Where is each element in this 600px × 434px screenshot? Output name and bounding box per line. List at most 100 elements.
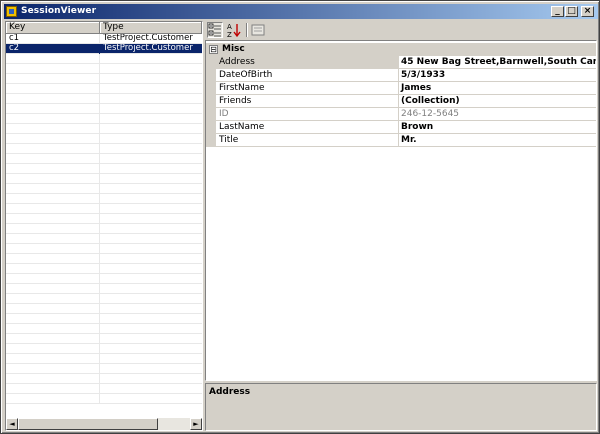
property-value[interactable]: 246-12-5645 [399,108,596,121]
property-row[interactable]: FirstName James [206,82,596,95]
svg-text:A: A [227,23,232,31]
property-row[interactable]: LastName Brown [206,121,596,134]
property-name: Friends [216,95,399,108]
empty-row [6,224,202,234]
list-item-key: c1 [6,34,100,44]
empty-row [6,374,202,384]
empty-row [6,64,202,74]
empty-row [6,364,202,374]
empty-row [6,134,202,144]
property-value[interactable]: Mr. [399,134,596,147]
session-list[interactable]: Key Type c1 TestProject.Customer c2 TestPro… [5,21,203,431]
property-pages-icon [251,24,265,36]
property-name: Address [216,56,399,69]
property-name: Title [216,134,399,147]
empty-row [6,354,202,364]
empty-row [6,164,202,174]
property-gutter [206,56,216,69]
categorized-button[interactable] [207,22,223,38]
category-misc[interactable]: ⊟ Misc [206,43,596,56]
svg-text:Z: Z [227,31,232,38]
property-gutter [206,82,216,95]
property-name: LastName [216,121,399,134]
empty-row [6,104,202,114]
maximize-button[interactable]: □ [565,6,578,17]
empty-row [6,294,202,304]
empty-row [6,194,202,204]
property-value[interactable]: 5/3/1933 [399,69,596,82]
property-gutter [206,108,216,121]
property-name: DateOfBirth [216,69,399,82]
property-value[interactable]: 45 New Bag Street,Barnwell,South Carolin… [399,56,596,69]
property-gutter [206,121,216,134]
property-pages-button[interactable] [250,22,266,38]
property-gutter [206,69,216,82]
empty-row [6,394,202,404]
empty-row [6,144,202,154]
empty-row [6,324,202,334]
minimize-button[interactable]: _ [551,6,564,17]
toolbar-separator [246,23,248,37]
list-item[interactable]: c1 TestProject.Customer [6,34,202,44]
property-gutter [206,134,216,147]
empty-row [6,94,202,104]
property-value[interactable]: James [399,82,596,95]
property-grid[interactable]: ⊟ Misc Address 45 New Bag Street,Barnwell… [205,40,597,381]
close-button[interactable]: × [581,6,594,17]
empty-row [6,74,202,84]
property-row[interactable]: ID 246-12-5645 [206,108,596,121]
property-row[interactable]: Title Mr. [206,134,596,147]
empty-row [6,54,202,64]
list-item[interactable]: c2 TestProject.Customer [6,44,202,54]
horizontal-scrollbar[interactable]: ◄ ► [6,418,202,430]
list-header: Key Type [6,22,202,34]
scroll-left-button[interactable]: ◄ [6,418,18,430]
list-item-type: TestProject.Customer [103,34,193,43]
alphabetical-button[interactable]: A Z [226,22,242,39]
collapse-icon[interactable]: ⊟ [209,45,218,54]
property-row[interactable]: Address 45 New Bag Street,Barnwell,South … [206,56,596,69]
session-viewer-window: SessionViewer _ □ × Key Type c1 TestProje… [0,0,600,434]
categorized-icon [208,23,221,37]
property-value[interactable]: Brown [399,121,596,134]
empty-row [6,284,202,294]
property-value[interactable]: (Collection) [399,95,596,108]
property-row[interactable]: Friends (Collection) [206,95,596,108]
empty-row [6,274,202,284]
empty-row [6,344,202,354]
empty-row [6,234,202,244]
scrollbar-thumb[interactable] [18,418,158,430]
empty-row [6,114,202,124]
property-name: ID [216,108,399,121]
empty-row [6,384,202,394]
empty-row [6,154,202,164]
list-rows: c1 TestProject.Customer c2 TestProject.Cust… [6,34,202,404]
column-header-type[interactable]: Type [100,22,202,34]
property-grid-toolbar: A Z [205,21,597,39]
column-header-key[interactable]: Key [6,22,100,34]
property-name: FirstName [216,82,399,95]
empty-row [6,314,202,324]
empty-row [6,334,202,344]
list-item-key: c2 [6,44,100,54]
help-pane: Address [205,383,597,431]
property-row[interactable]: DateOfBirth 5/3/1933 [206,69,596,82]
empty-row [6,254,202,264]
app-icon [6,6,17,17]
scroll-right-button[interactable]: ► [190,418,202,430]
empty-row [6,174,202,184]
empty-row [6,204,202,214]
help-title: Address [209,387,251,397]
list-item-type: TestProject.Customer [103,44,193,53]
property-gutter [206,95,216,108]
window-title: SessionViewer [21,6,97,16]
property-rows: Address 45 New Bag Street,Barnwell,South … [206,56,596,147]
empty-row [6,184,202,194]
empty-row [6,124,202,134]
empty-row [6,244,202,254]
empty-row [6,304,202,314]
category-label: Misc [222,44,245,54]
empty-row [6,214,202,224]
empty-row [6,264,202,274]
title-bar[interactable]: SessionViewer _ □ × [4,4,598,19]
